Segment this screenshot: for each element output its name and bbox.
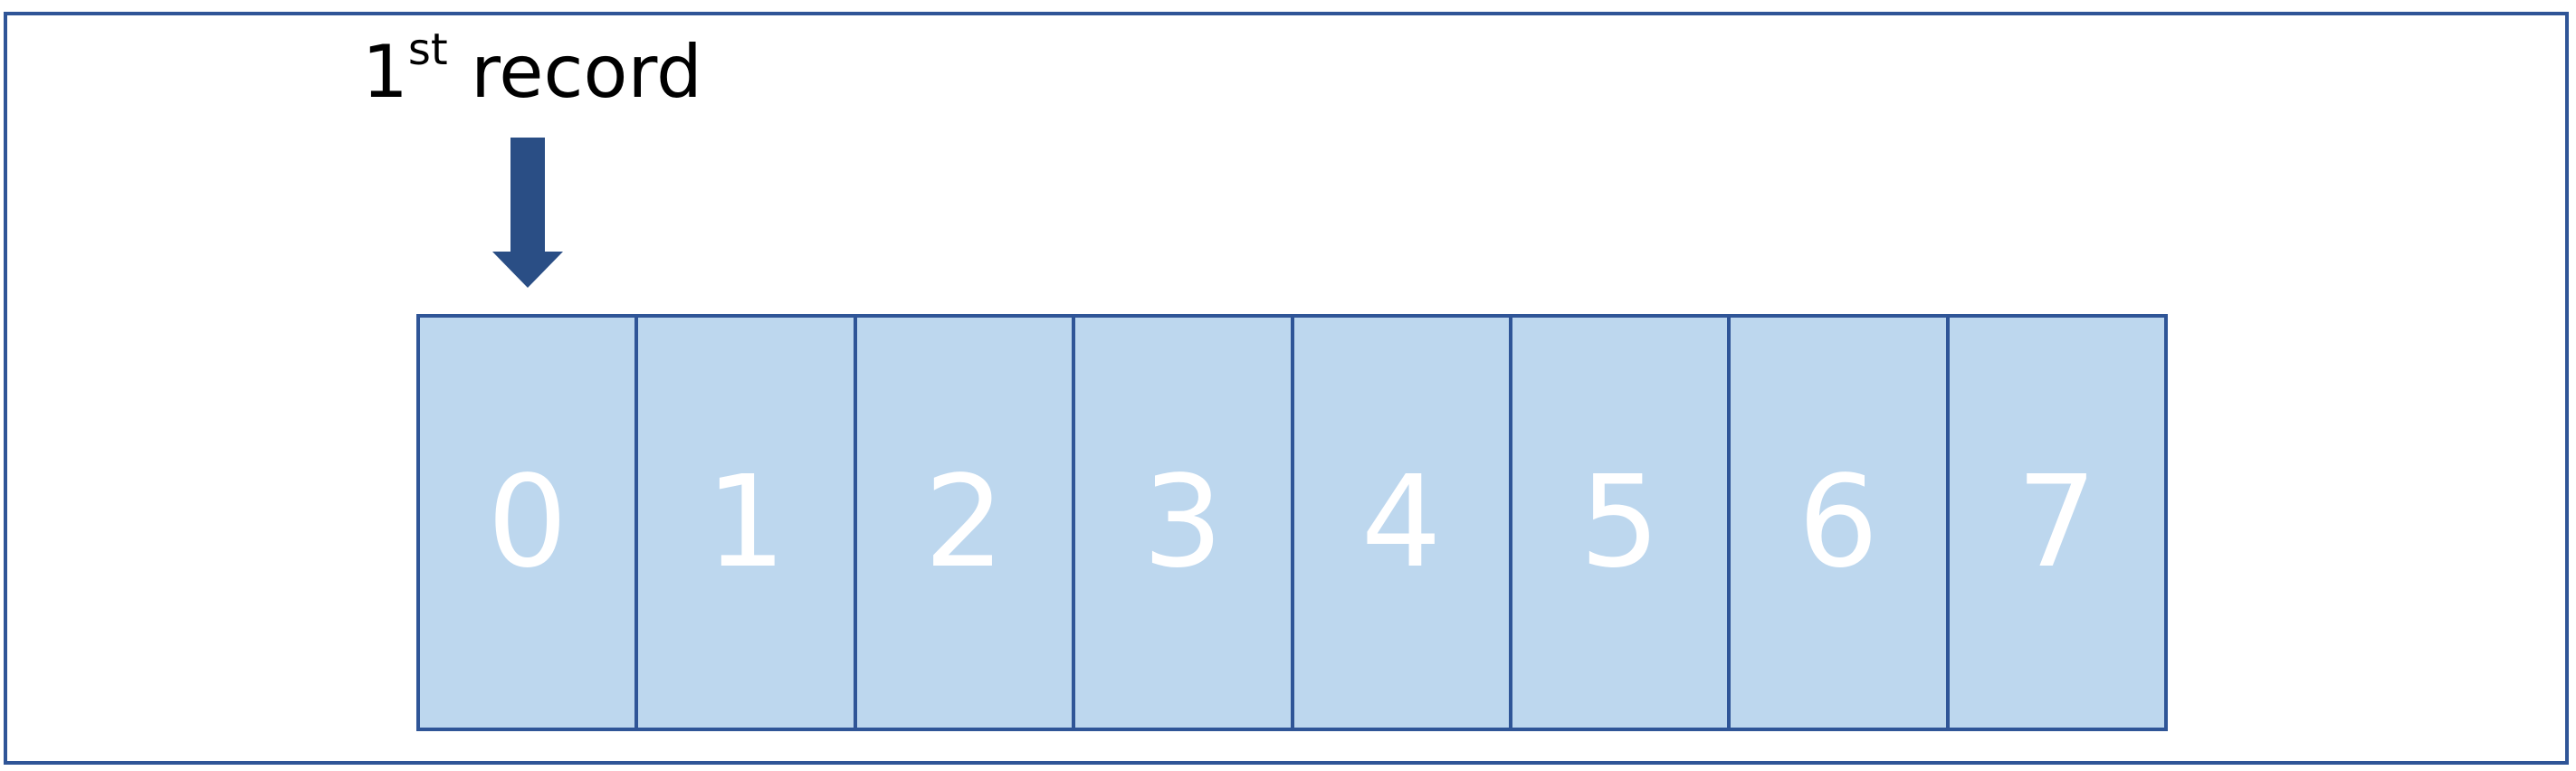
down-arrow-icon	[492, 138, 563, 288]
array-cell-6: 6	[1727, 318, 1945, 728]
record-label: record	[471, 30, 702, 114]
ordinal-suffix: st	[407, 24, 448, 75]
down-arrow-shape	[492, 138, 563, 288]
array-cell-0: 0	[487, 449, 568, 596]
array-cell-7: 7	[1945, 318, 2164, 728]
ordinal-number: 1	[362, 30, 408, 114]
array-cell-3: 3	[1072, 318, 1290, 728]
pointer-label: 1st record	[362, 28, 702, 109]
array-cell-2: 2	[853, 318, 1072, 728]
array-cells: 0 1 2 3 4 5 6 7	[416, 314, 2168, 731]
array-cell-1: 1	[634, 318, 853, 728]
array-cell-5: 5	[1508, 318, 1727, 728]
array-cell-4: 4	[1290, 318, 1509, 728]
